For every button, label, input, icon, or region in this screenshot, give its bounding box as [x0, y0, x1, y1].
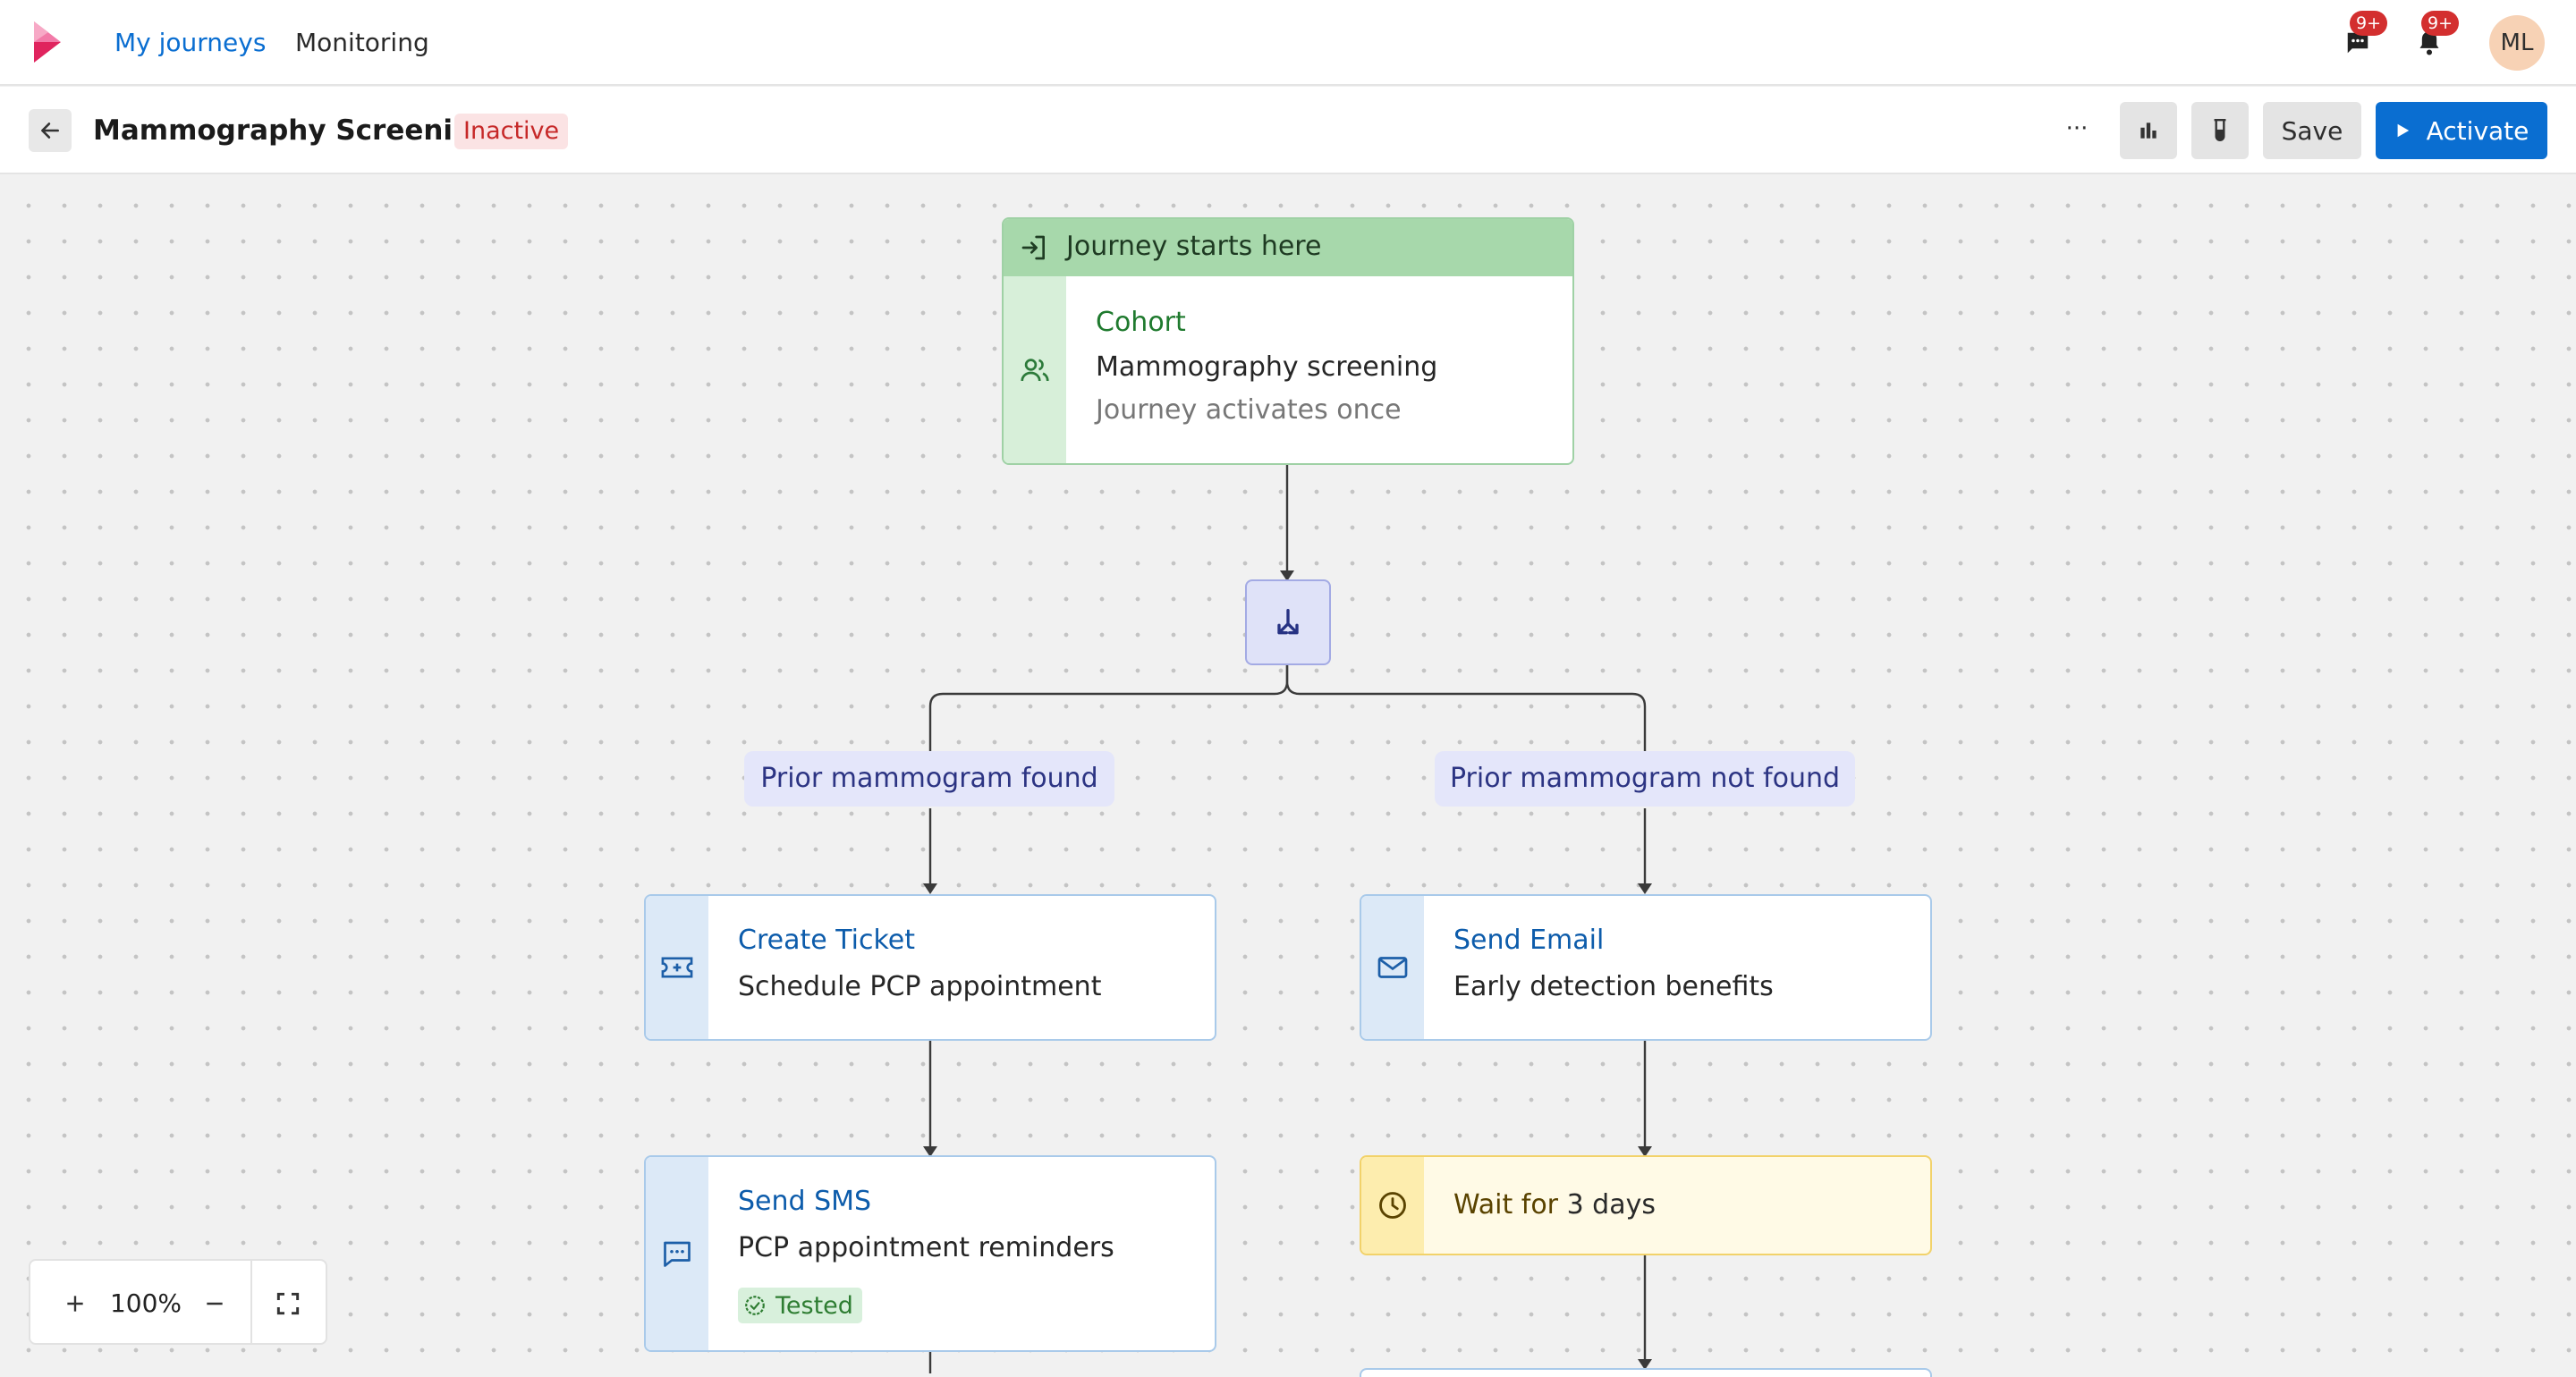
enter-icon	[1021, 235, 1045, 260]
next-node-partial[interactable]	[1360, 1368, 1932, 1377]
start-header-label: Journey starts here	[1066, 231, 1322, 262]
cohort-note: Journey activates once	[1096, 394, 1402, 426]
users-icon	[1021, 358, 1049, 381]
fullscreen-icon	[276, 1292, 300, 1315]
flow-connectors	[923, 463, 1652, 1373]
ticket-strip	[646, 896, 708, 1039]
sms-icon	[664, 1241, 691, 1267]
zoom-in-button[interactable]	[57, 1286, 93, 1322]
tested-label: Tested	[775, 1291, 853, 1320]
split-node[interactable]	[1245, 579, 1331, 665]
node-description: PCP appointment reminders	[738, 1232, 1114, 1263]
sms-strip	[646, 1157, 708, 1350]
wait-text: Wait for 3 days	[1453, 1187, 1656, 1223]
ticket-icon	[661, 957, 693, 978]
branch-label-found[interactable]: Prior mammogram found	[744, 751, 1114, 807]
tested-badge: Tested	[738, 1288, 862, 1323]
node-type-label: Send Email	[1453, 925, 1605, 956]
zoom-control: 100%	[29, 1259, 327, 1345]
wait-node[interactable]: Wait for 3 days	[1360, 1155, 1932, 1255]
start-header: Journey starts here	[1004, 219, 1572, 276]
node-description: Schedule PCP appointment	[738, 971, 1102, 1002]
fit-view-button[interactable]	[270, 1286, 306, 1322]
zoom-level: 100%	[109, 1288, 182, 1318]
cohort-strip	[1004, 276, 1066, 463]
node-type-label: Create Ticket	[738, 925, 915, 956]
node-description: Early detection benefits	[1453, 971, 1774, 1002]
cohort-title: Cohort	[1096, 307, 1186, 338]
start-node[interactable]: Journey starts here Cohort Mammography s…	[1002, 217, 1574, 465]
split-icon	[1277, 609, 1299, 635]
branch-label-not-found[interactable]: Prior mammogram not found	[1435, 751, 1855, 807]
cohort-name: Mammography screening	[1096, 351, 1438, 383]
node-type-label: Send SMS	[738, 1186, 872, 1217]
email-strip	[1361, 896, 1424, 1039]
wait-label: Wait for	[1453, 1189, 1559, 1221]
wait-strip	[1361, 1157, 1424, 1254]
check-circle-icon	[745, 1296, 765, 1315]
plus-icon	[67, 1296, 83, 1312]
wait-duration: 3 days	[1566, 1189, 1656, 1221]
clock-icon	[1379, 1192, 1406, 1219]
zoom-out-button[interactable]	[197, 1286, 233, 1322]
minus-icon	[207, 1302, 223, 1305]
send-sms-node[interactable]: Send SMS PCP appointment reminders Teste…	[644, 1155, 1216, 1352]
create-ticket-node[interactable]: Create Ticket Schedule PCP appointment	[644, 894, 1216, 1041]
mail-icon	[1377, 957, 1408, 978]
send-email-node[interactable]: Send Email Early detection benefits	[1360, 894, 1932, 1041]
zoom-divider	[250, 1261, 252, 1343]
